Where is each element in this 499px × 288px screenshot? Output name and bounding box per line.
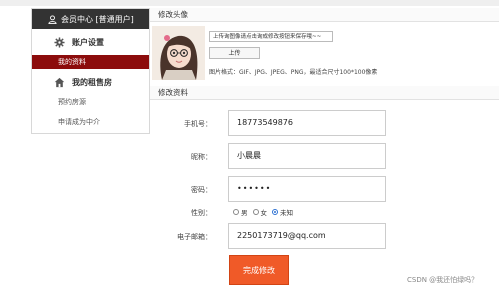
sidebar-section-account[interactable]: 账户设置 <box>32 29 149 55</box>
upload-button[interactable]: 上传 <box>209 47 260 59</box>
watermark: CSDN @我还怕绿吗？ <box>407 276 479 284</box>
sidebar-header-label: 会员中心 [普通用户] <box>61 14 134 24</box>
sidebar-item-reserve-listings[interactable]: 预约房源 <box>32 95 149 109</box>
gender-radio-male[interactable] <box>233 209 239 215</box>
gender-option-label: 未知 <box>280 209 293 217</box>
sidebar-item-apply-agent[interactable]: 申请成为中介 <box>32 115 149 129</box>
gear-icon <box>54 36 65 48</box>
sidebar-header: 会员中心 [普通用户] <box>32 9 149 29</box>
gender-radio-unknown[interactable] <box>272 209 278 215</box>
gender-radio-group: 男 女 未知 <box>230 207 293 217</box>
email-input[interactable]: 2250173719@qq.com <box>228 223 386 249</box>
sidebar-section-label: 我的租售房 <box>72 77 112 87</box>
email-label: 电子邮箱： <box>177 233 212 241</box>
section-title-profile: 修改资料 <box>150 86 499 100</box>
phone-label: 手机号： <box>184 120 212 128</box>
nickname-label: 昵称： <box>191 153 212 161</box>
sidebar-item-my-profile[interactable]: 我的资料 <box>32 55 149 69</box>
gender-option-label: 女 <box>260 209 268 217</box>
sidebar-section-rentals[interactable]: 我的租售房 <box>32 69 149 95</box>
password-label: 密码： <box>191 186 212 194</box>
nickname-input[interactable]: 小晨晨 <box>228 143 386 169</box>
gender-option-label: 男 <box>241 209 248 217</box>
gender-label: 性别： <box>191 209 212 217</box>
avatar <box>152 26 205 80</box>
password-input[interactable]: •••••• <box>228 176 386 202</box>
sidebar-section-label: 账户设置 <box>72 37 104 47</box>
user-icon <box>48 14 57 24</box>
gender-radio-female[interactable] <box>252 209 259 215</box>
format-note: 图片格式：GIF、JPG、JPEG、PNG，最适合尺寸100*100像素 <box>209 69 378 76</box>
avatar-image <box>152 26 205 80</box>
house-icon <box>54 77 65 88</box>
phone-input[interactable]: 18773549876 <box>228 110 386 136</box>
submit-button[interactable]: 完成修改 <box>229 255 289 285</box>
sidebar: 会员中心 [普通用户] 账户设置 我的资料 我的租售房 预约房源 申请成为中介 <box>31 8 150 134</box>
upload-hint-field: 上传询图像请点击询成修改按钮来保存哦~~ <box>209 31 333 42</box>
section-title-avatar: 修改头像 <box>150 8 499 22</box>
top-strip <box>0 0 499 6</box>
